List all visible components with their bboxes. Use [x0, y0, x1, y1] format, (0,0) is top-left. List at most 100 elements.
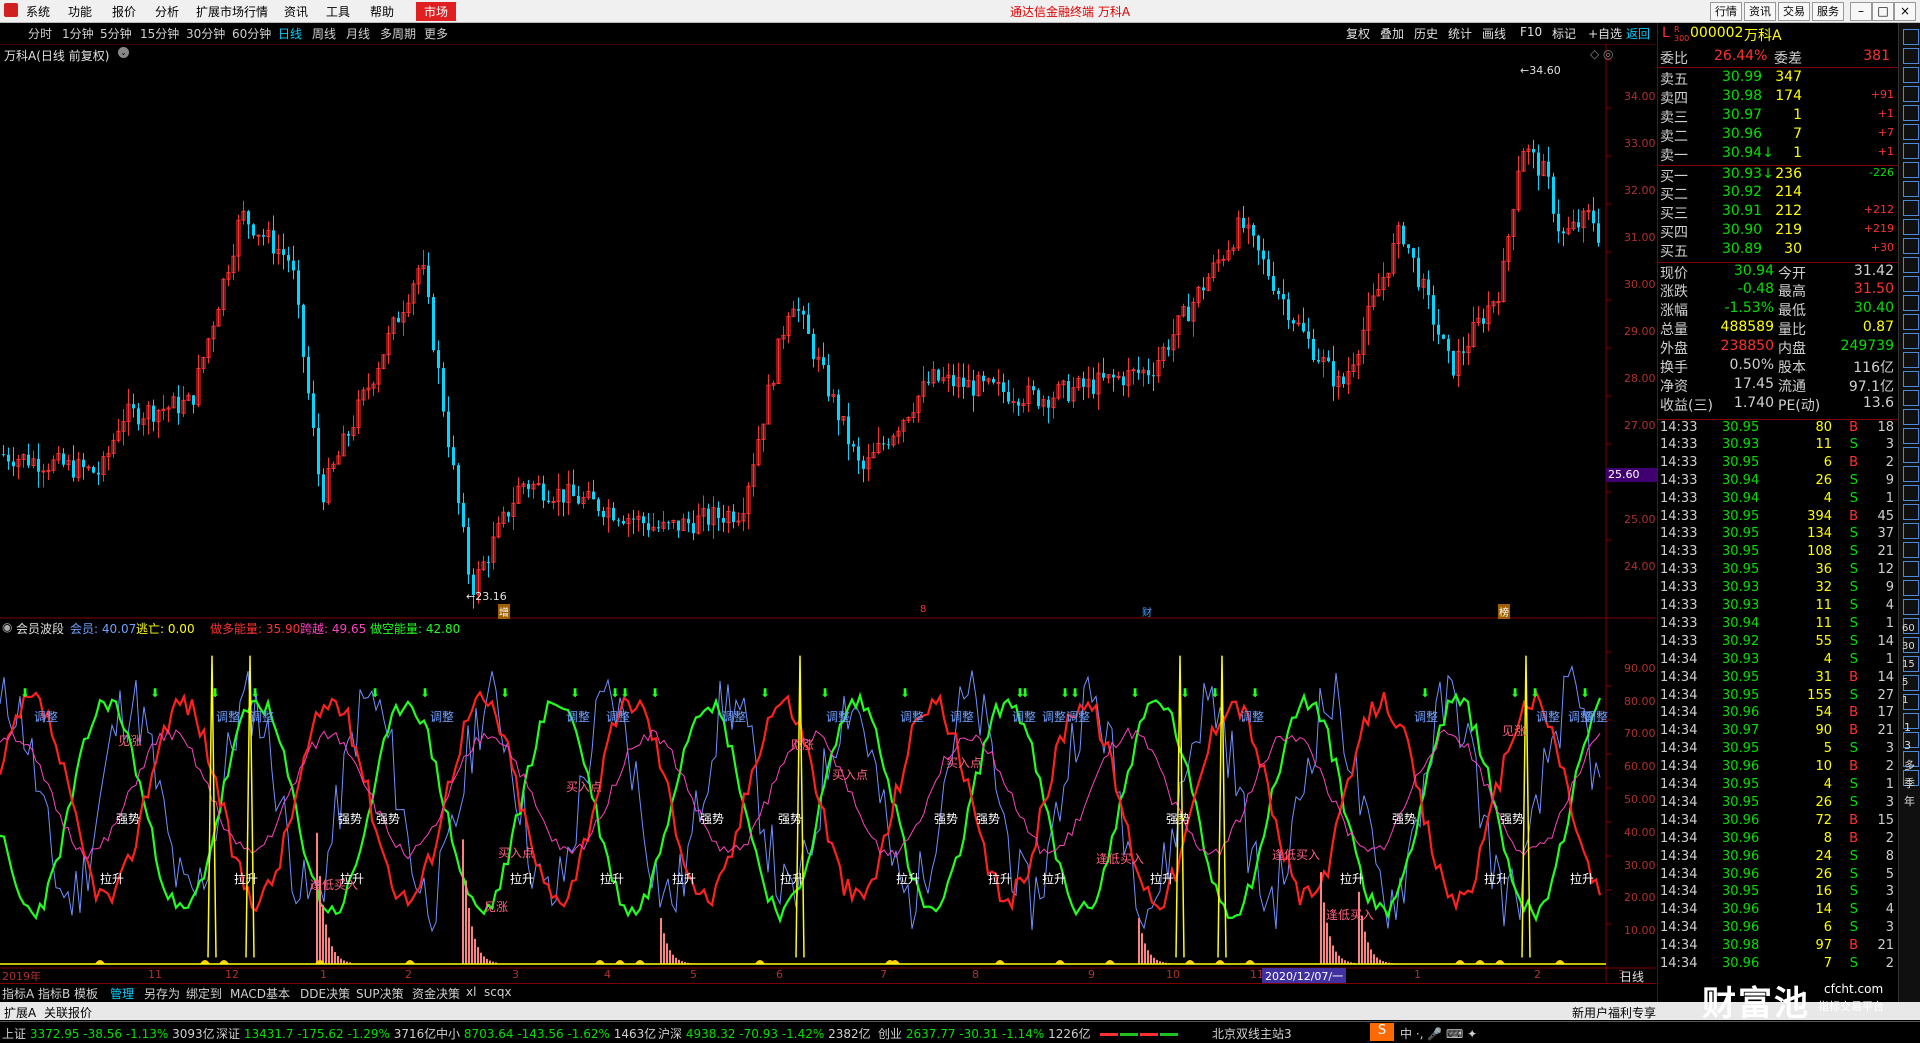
side-tool-icon[interactable]	[1903, 295, 1919, 311]
menu-ext-market[interactable]: 扩展市场行情	[196, 3, 268, 20]
tick-row[interactable]: 14:34 30.96 10 B 2	[1658, 759, 1898, 776]
indicator-name[interactable]: 会员波段	[16, 620, 64, 637]
period-shortcut[interactable]: 3	[1904, 739, 1911, 752]
tick-row[interactable]: 14:33 30.95 108 S 21	[1658, 544, 1898, 561]
side-tool-icon[interactable]	[1903, 67, 1919, 83]
tool-diejia[interactable]: 叠加	[1380, 25, 1404, 42]
stat-row[interactable]: 现价 30.94 今开 31.42	[1658, 262, 1898, 282]
period-30min[interactable]: 30分钟	[186, 25, 225, 42]
side-tool-icon[interactable]	[1903, 485, 1919, 501]
index-cy[interactable]: 创业 2637.77 -30.31 -1.14% 1226亿	[878, 1025, 1091, 1042]
period-shortcut[interactable]: 季	[1904, 775, 1915, 791]
tick-row[interactable]: 14:33 30.93 32 S 9	[1658, 580, 1898, 597]
tab-5[interactable]: 绑定到	[186, 985, 222, 1002]
tick-row[interactable]: 14:33 30.94 11 S 1	[1658, 616, 1898, 633]
index-sh[interactable]: 上证 3372.95 -38.56 -1.13% 3093亿	[2, 1025, 215, 1042]
period-15min[interactable]: 15分钟	[140, 25, 179, 42]
period-shortcut[interactable]: 15	[1902, 659, 1915, 670]
maximize-icon[interactable]: □	[1872, 2, 1894, 21]
period-shortcut[interactable]: 30	[1902, 641, 1915, 652]
menu-market[interactable]: 市场	[416, 2, 457, 21]
menu-tools[interactable]: 工具	[326, 3, 350, 20]
tool-biaoji[interactable]: 标记	[1552, 25, 1576, 42]
btn-zixun[interactable]: 资讯	[1744, 2, 1776, 21]
side-tool-icon[interactable]	[1903, 143, 1919, 159]
ime-mode[interactable]: 中 ·, 🎤 ⌨ ✦	[1400, 1025, 1477, 1042]
side-tool-icon[interactable]	[1903, 409, 1919, 425]
stat-row[interactable]: 总量 488589 量比 0.87	[1658, 319, 1898, 338]
bid-row[interactable]: 买二 30.92 214	[1658, 184, 1898, 203]
side-tool-icon[interactable]	[1903, 561, 1919, 577]
menu-help[interactable]: 帮助	[370, 3, 394, 20]
tool-back[interactable]: 返回	[1626, 25, 1650, 42]
tick-row[interactable]: 14:33 30.93 11 S 3	[1658, 437, 1898, 454]
tool-zixuan[interactable]: +自选	[1588, 25, 1622, 42]
tick-row[interactable]: 14:34 30.96 24 S 8	[1658, 849, 1898, 866]
btn-fuwu[interactable]: 服务	[1812, 2, 1844, 21]
tool-huaxian[interactable]: 画线	[1482, 25, 1506, 42]
ask-row[interactable]: 卖五 30.99 347	[1658, 69, 1898, 88]
tool-tongji[interactable]: 统计	[1448, 25, 1472, 42]
index-sz[interactable]: 深证 13431.7 -175.62 -1.29% 3716亿	[216, 1025, 436, 1042]
tick-row[interactable]: 14:34 30.95 16 S 3	[1658, 884, 1898, 901]
stat-row[interactable]: 净资 17.45 流通 97.1亿	[1658, 376, 1898, 395]
tick-row[interactable]: 14:33 30.93 11 S 4	[1658, 598, 1898, 615]
btn-hangqing[interactable]: 行情	[1710, 2, 1742, 21]
stat-row[interactable]: 外盘 238850 内盘 249739	[1658, 338, 1898, 357]
tick-row[interactable]: 14:34 30.93 4 S 1	[1658, 652, 1898, 669]
tick-row[interactable]: 14:33 30.95 36 S 12	[1658, 562, 1898, 579]
event-mark[interactable]: 榜	[1498, 604, 1510, 619]
period-shortcut[interactable]: 多	[1904, 757, 1915, 773]
period-weekly[interactable]: 周线	[312, 25, 336, 42]
tab-guanlian[interactable]: 关联报价	[44, 1004, 92, 1021]
tab-6[interactable]: MACD基本	[230, 985, 290, 1002]
settings-diamond-icon[interactable]: ◇ ◎	[1590, 47, 1614, 61]
side-tool-icon[interactable]	[1903, 466, 1919, 482]
menu-analysis[interactable]: 分析	[155, 3, 179, 20]
tick-row[interactable]: 14:34 30.95 31 B 14	[1658, 670, 1898, 687]
side-tool-icon[interactable]	[1903, 124, 1919, 140]
menu-function[interactable]: 功能	[68, 3, 92, 20]
tool-fuquan[interactable]: 复权	[1346, 25, 1370, 42]
side-tool-icon[interactable]	[1903, 523, 1919, 539]
tick-row[interactable]: 14:33 30.94 26 S 9	[1658, 473, 1898, 490]
side-tool-icon[interactable]	[1903, 48, 1919, 64]
period-shortcut[interactable]: 5	[1902, 677, 1908, 688]
index-zx[interactable]: 中小 8703.64 -143.56 -1.62% 1463亿	[436, 1025, 656, 1042]
tick-row[interactable]: 14:33 30.94 4 S 1	[1658, 491, 1898, 508]
side-tool-icon[interactable]	[1903, 181, 1919, 197]
ask-row[interactable]: 卖三 30.97 1 +1	[1658, 107, 1898, 126]
side-tool-icon[interactable]	[1903, 219, 1919, 235]
period-5min[interactable]: 5分钟	[100, 25, 132, 42]
stat-row[interactable]: 涨幅 -1.53% 最低 30.40	[1658, 300, 1898, 319]
minimize-icon[interactable]: –	[1850, 2, 1872, 21]
period-1min[interactable]: 1分钟	[62, 25, 94, 42]
tab-3[interactable]: 管理	[110, 985, 134, 1002]
tick-row[interactable]: 14:34 30.95 5 S 3	[1658, 741, 1898, 758]
tool-f10[interactable]: F10	[1520, 25, 1542, 39]
bid-row[interactable]: 买一 30.93↓ 236 -226	[1658, 165, 1898, 185]
tab-2[interactable]: 模板	[74, 985, 98, 1002]
tick-row[interactable]: 14:34 30.98 97 B 21	[1658, 938, 1898, 955]
tick-row[interactable]: 14:34 30.96 14 S 4	[1658, 902, 1898, 919]
tick-row[interactable]: 14:34 30.97 90 B 21	[1658, 723, 1898, 740]
tick-row[interactable]: 14:34 30.96 8 B 2	[1658, 831, 1898, 848]
bid-row[interactable]: 买五 30.89 30 +30	[1658, 241, 1898, 260]
side-tool-icon[interactable]	[1903, 580, 1919, 596]
bid-row[interactable]: 买四 30.90 219 +219	[1658, 222, 1898, 241]
side-tool-icon[interactable]	[1903, 29, 1919, 45]
period-shortcut[interactable]: 1	[1904, 721, 1911, 734]
ask-row[interactable]: 卖一 30.94↓ 1 +1	[1658, 145, 1898, 164]
side-tool-icon[interactable]	[1903, 390, 1919, 406]
tab-10[interactable]: xl	[466, 985, 476, 999]
promo-link[interactable]: 新用户福利专享	[1572, 1004, 1656, 1021]
bid-row[interactable]: 买三 30.91 212 +212	[1658, 203, 1898, 222]
close-icon[interactable]: ×	[1894, 2, 1916, 21]
tab-8[interactable]: SUP决策	[356, 985, 404, 1002]
chart-area[interactable]	[0, 44, 1656, 982]
side-tool-icon[interactable]	[1903, 352, 1919, 368]
btn-jiaoyi[interactable]: 交易	[1778, 2, 1810, 21]
tab-4[interactable]: 另存为	[144, 985, 180, 1002]
tick-row[interactable]: 14:34 30.96 6 S 3	[1658, 920, 1898, 937]
tab-9[interactable]: 资金决策	[412, 985, 460, 1002]
